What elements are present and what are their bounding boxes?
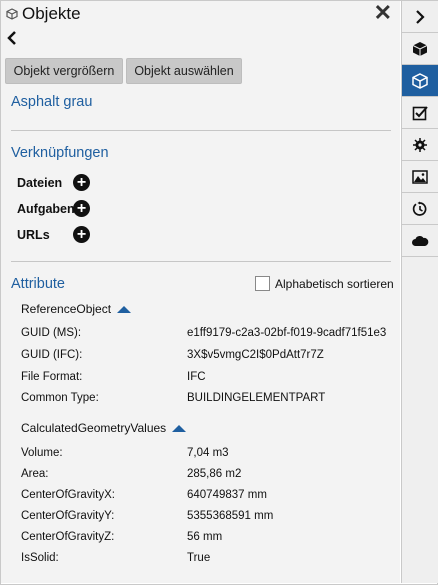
property-row: GUID (IFC): 3X$v5vmgC2I$0PdAtt7r7Z bbox=[21, 349, 324, 361]
property-key: IsSolid: bbox=[21, 552, 59, 564]
cube-outline-icon[interactable] bbox=[402, 65, 438, 97]
group-name: CalculatedGeometryValues bbox=[21, 421, 167, 435]
sort-label: Alphabetisch sortieren bbox=[275, 276, 394, 291]
close-icon[interactable]: ✕ bbox=[374, 1, 392, 25]
divider bbox=[11, 261, 391, 262]
property-key: CenterOfGravityZ: bbox=[21, 531, 115, 543]
right-toolbar bbox=[401, 1, 438, 583]
property-row: Common Type: BUILDINGELEMENTPART bbox=[21, 392, 325, 404]
property-value: 56 mm bbox=[187, 531, 223, 543]
link-row-files: Dateien + bbox=[17, 174, 90, 191]
property-row: Volume: 7,04 m3 bbox=[21, 447, 229, 459]
cube-icon[interactable] bbox=[402, 33, 438, 65]
add-task-plus-icon[interactable]: + bbox=[73, 200, 90, 217]
collapse-triangle-icon[interactable] bbox=[172, 424, 187, 432]
property-key: CenterOfGravityX: bbox=[21, 489, 115, 501]
link-label-tasks: Aufgaben bbox=[17, 201, 75, 216]
add-url-plus-icon[interactable]: + bbox=[73, 226, 90, 243]
collapse-triangle-icon[interactable] bbox=[117, 305, 132, 313]
back-chevron-icon[interactable] bbox=[7, 31, 17, 50]
property-value: True bbox=[187, 552, 211, 564]
property-row: IsSolid: True bbox=[21, 552, 210, 564]
property-key: File Format: bbox=[21, 371, 83, 383]
cloud-icon[interactable] bbox=[402, 225, 438, 257]
property-row: CenterOfGravityY: 5355368591 mm bbox=[21, 510, 273, 522]
alphabetical-sort-toggle[interactable]: Alphabetisch sortieren bbox=[255, 276, 394, 291]
property-row: CenterOfGravityZ: 56 mm bbox=[21, 531, 222, 543]
divider bbox=[11, 130, 391, 131]
panel-title: Objekte bbox=[6, 4, 81, 24]
property-value: IFC bbox=[187, 371, 206, 383]
property-key: GUID (MS): bbox=[21, 327, 82, 339]
property-key: Area: bbox=[21, 468, 49, 480]
checklist-icon[interactable] bbox=[402, 97, 438, 129]
expand-chevron-icon[interactable] bbox=[402, 1, 438, 33]
bug-icon[interactable] bbox=[402, 129, 438, 161]
property-value: 5355368591 mm bbox=[187, 510, 274, 522]
property-key: CenterOfGravityY: bbox=[21, 510, 115, 522]
panel-title-text: Objekte bbox=[22, 4, 81, 23]
property-row: GUID (MS): e1ff9179-c2a3-02bf-f019-9cadf… bbox=[21, 327, 386, 339]
object-name: Asphalt grau bbox=[11, 94, 93, 110]
property-row: CenterOfGravityX: 640749837 mm bbox=[21, 489, 267, 501]
select-object-button[interactable]: Objekt auswählen bbox=[126, 58, 242, 84]
cube-small-icon bbox=[6, 8, 18, 20]
property-value: BUILDINGELEMENTPART bbox=[187, 392, 326, 404]
property-row: File Format: IFC bbox=[21, 371, 206, 383]
link-label-urls: URLs bbox=[17, 227, 50, 242]
attributes-heading: Attribute bbox=[11, 276, 65, 292]
property-value: 285,86 m2 bbox=[187, 468, 242, 480]
zoom-object-button[interactable]: Objekt vergrößern bbox=[5, 58, 123, 84]
add-file-plus-icon[interactable]: + bbox=[73, 174, 90, 191]
group-name: ReferenceObject bbox=[21, 302, 112, 316]
property-value: e1ff9179-c2a3-02bf-f019-9cadf71f51e3 bbox=[187, 327, 387, 339]
property-key: Volume: bbox=[21, 447, 63, 459]
link-label-files: Dateien bbox=[17, 175, 63, 190]
link-row-tasks: Aufgaben + bbox=[17, 200, 90, 217]
image-icon[interactable] bbox=[402, 161, 438, 193]
group-header-calculated-geometry[interactable]: CalculatedGeometryValues bbox=[21, 421, 187, 435]
property-key: GUID (IFC): bbox=[21, 349, 83, 361]
history-icon[interactable] bbox=[402, 193, 438, 225]
property-value: 640749837 mm bbox=[187, 489, 267, 501]
sort-checkbox[interactable] bbox=[255, 276, 270, 291]
property-row: Area: 285,86 m2 bbox=[21, 468, 241, 480]
links-heading: Verknüpfungen bbox=[11, 145, 109, 161]
link-row-urls: URLs + bbox=[17, 226, 90, 243]
group-header-reference-object[interactable]: ReferenceObject bbox=[21, 302, 132, 316]
property-value: 3X$v5vmgC2I$0PdAtt7r7Z bbox=[187, 349, 324, 361]
property-key: Common Type: bbox=[21, 392, 99, 404]
property-value: 7,04 m3 bbox=[187, 447, 229, 459]
objects-panel: Objekte ✕ Objekt vergrößern Objekt auswä… bbox=[1, 1, 400, 583]
